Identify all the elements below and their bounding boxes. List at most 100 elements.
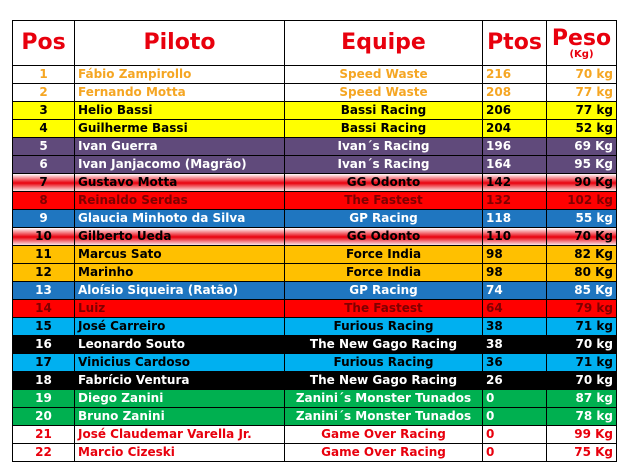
pos-cell: 4 — [12, 119, 75, 138]
table-row: 20 Bruno Zanini Zanini´s Monster Tunados 0 7… — [12, 407, 617, 426]
peso-cell: 82 Kg — [546, 245, 617, 264]
equipe-cell: GP Racing — [284, 209, 483, 228]
peso-cell: 69 Kg — [546, 137, 617, 156]
peso-cell: 70 kg — [546, 65, 617, 84]
table-row: 18 Fabrício Ventura The New Gago Racing 26 7… — [12, 371, 617, 390]
header-piloto: Piloto — [74, 20, 285, 66]
equipe-cell: Force India — [284, 263, 483, 282]
table-row: 8 Reinaldo Serdas The Fastest 132 102 kg — [12, 191, 617, 210]
pos-cell: 5 — [12, 137, 75, 156]
equipe-cell: Speed Waste — [284, 83, 483, 102]
header-pos: Pos — [12, 20, 75, 66]
ptos-cell: 0 — [482, 443, 547, 462]
ptos-cell: 98 — [482, 263, 547, 282]
ptos-cell: 204 — [482, 119, 547, 138]
table-row: 6 Ivan Janjacomo (Magrão) Ivan´s Racing 164… — [12, 155, 617, 174]
piloto-cell: Marcus Sato — [74, 245, 285, 264]
peso-cell: 85 Kg — [546, 281, 617, 300]
pos-cell: 17 — [12, 353, 75, 372]
ptos-cell: 36 — [482, 353, 547, 372]
piloto-cell: Vinicius Cardoso — [74, 353, 285, 372]
table-row: 16 Leonardo Souto The New Gago Racing 38 70 … — [12, 335, 617, 354]
table-row: 13 Aloísio Siqueira (Ratão) GP Racing 74 85 … — [12, 281, 617, 300]
pos-cell: 2 — [12, 83, 75, 102]
equipe-cell: Game Over Racing — [284, 425, 483, 444]
equipe-cell: Furious Racing — [284, 353, 483, 372]
piloto-cell: Guilherme Bassi — [74, 119, 285, 138]
peso-cell: 71 kg — [546, 353, 617, 372]
equipe-cell: The Fastest — [284, 191, 483, 210]
equipe-cell: GG Odonto — [284, 173, 483, 192]
peso-cell: 90 Kg — [546, 173, 617, 192]
header-equipe: Equipe — [284, 20, 483, 66]
peso-cell: 77 kg — [546, 83, 617, 102]
table-row: 11 Marcus Sato Force India 98 82 Kg — [12, 245, 617, 264]
equipe-cell: GP Racing — [284, 281, 483, 300]
table-row: 19 Diego Zanini Zanini´s Monster Tunados 0 8… — [12, 389, 617, 408]
ptos-cell: 110 — [482, 227, 547, 246]
equipe-cell: Zanini´s Monster Tunados — [284, 389, 483, 408]
piloto-cell: Aloísio Siqueira (Ratão) — [74, 281, 285, 300]
piloto-cell: Diego Zanini — [74, 389, 285, 408]
piloto-cell: Fábio Zampirollo — [74, 65, 285, 84]
ptos-cell: 74 — [482, 281, 547, 300]
peso-cell: 80 Kg — [546, 263, 617, 282]
pos-cell: 12 — [12, 263, 75, 282]
pos-cell: 1 — [12, 65, 75, 84]
piloto-cell: Gilberto Ueda — [74, 227, 285, 246]
table-row: 3 Helio Bassi Bassi Racing 206 77 kg — [12, 101, 617, 120]
equipe-cell: Furious Racing — [284, 317, 483, 336]
equipe-cell: Speed Waste — [284, 65, 483, 84]
piloto-cell: Bruno Zanini — [74, 407, 285, 426]
pos-cell: 8 — [12, 191, 75, 210]
table-row: 9 Glaucia Minhoto da Silva GP Racing 118 55 … — [12, 209, 617, 228]
ptos-cell: 38 — [482, 317, 547, 336]
ptos-cell: 206 — [482, 101, 547, 120]
header-peso: Peso (Kg) — [546, 20, 617, 66]
peso-cell: 70 Kg — [546, 227, 617, 246]
pos-cell: 19 — [12, 389, 75, 408]
pos-cell: 13 — [12, 281, 75, 300]
pos-cell: 18 — [12, 371, 75, 390]
equipe-cell: The Fastest — [284, 299, 483, 318]
peso-cell: 55 kg — [546, 209, 617, 228]
piloto-cell: Leonardo Souto — [74, 335, 285, 354]
pos-cell: 14 — [12, 299, 75, 318]
peso-cell: 52 kg — [546, 119, 617, 138]
equipe-cell: GG Odonto — [284, 227, 483, 246]
equipe-cell: Zanini´s Monster Tunados — [284, 407, 483, 426]
piloto-cell: Ivan Janjacomo (Magrão) — [74, 155, 285, 174]
equipe-cell: Game Over Racing — [284, 443, 483, 462]
ptos-cell: 26 — [482, 371, 547, 390]
peso-cell: 79 kg — [546, 299, 617, 318]
ptos-cell: 38 — [482, 335, 547, 354]
table-row: 7 Gustavo Motta GG Odonto 142 90 Kg — [12, 173, 617, 192]
table-row: 1 Fábio Zampirollo Speed Waste 216 70 kg — [12, 65, 617, 84]
equipe-cell: Ivan´s Racing — [284, 155, 483, 174]
piloto-cell: Fernando Motta — [74, 83, 285, 102]
pos-cell: 22 — [12, 443, 75, 462]
peso-cell: 77 kg — [546, 101, 617, 120]
piloto-cell: José Carreiro — [74, 317, 285, 336]
pos-cell: 16 — [12, 335, 75, 354]
table-row: 4 Guilherme Bassi Bassi Racing 204 52 kg — [12, 119, 617, 138]
table-row: 22 Marcio Cizeski Game Over Racing 0 75 Kg — [12, 443, 617, 462]
pos-cell: 3 — [12, 101, 75, 120]
table-row: 5 Ivan Guerra Ivan´s Racing 196 69 Kg — [12, 137, 617, 156]
peso-cell: 70 kg — [546, 335, 617, 354]
piloto-cell: Gustavo Motta — [74, 173, 285, 192]
ptos-cell: 196 — [482, 137, 547, 156]
equipe-cell: Ivan´s Racing — [284, 137, 483, 156]
piloto-cell: Helio Bassi — [74, 101, 285, 120]
table-row: 12 Marinho Force India 98 80 Kg — [12, 263, 617, 282]
piloto-cell: Luiz — [74, 299, 285, 318]
pos-cell: 9 — [12, 209, 75, 228]
piloto-cell: Reinaldo Serdas — [74, 191, 285, 210]
peso-cell: 102 kg — [546, 191, 617, 210]
pos-cell: 10 — [12, 227, 75, 246]
equipe-cell: The New Gago Racing — [284, 371, 483, 390]
pos-cell: 15 — [12, 317, 75, 336]
pos-cell: 7 — [12, 173, 75, 192]
ptos-cell: 64 — [482, 299, 547, 318]
ptos-cell: 0 — [482, 389, 547, 408]
